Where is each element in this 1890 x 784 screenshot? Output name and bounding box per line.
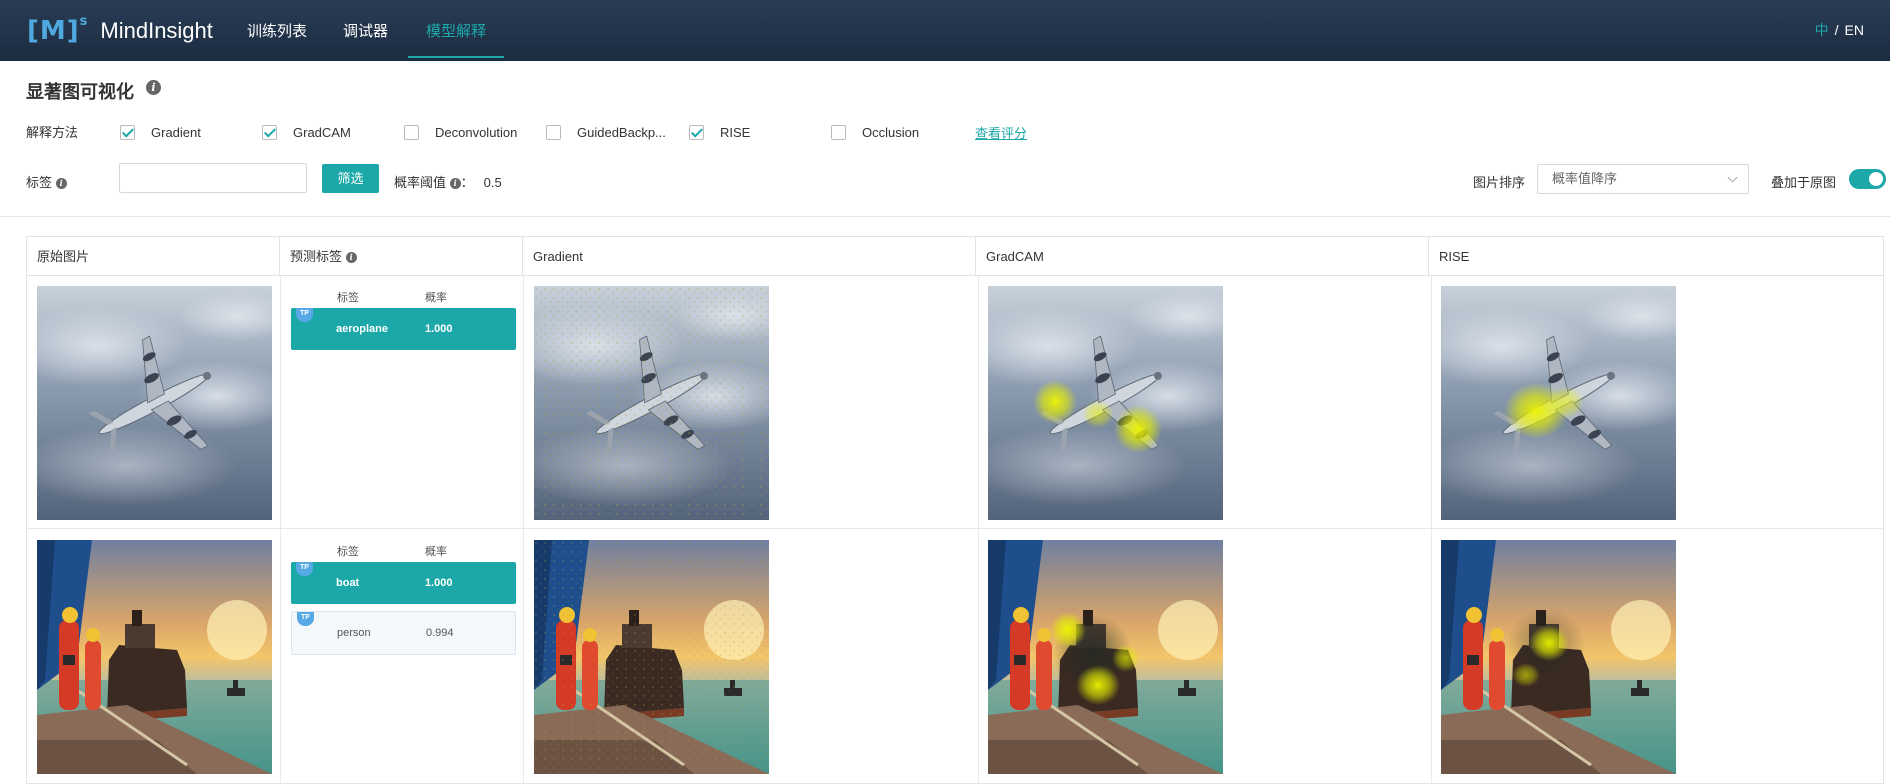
threshold-value: 0.5 bbox=[483, 175, 502, 190]
brand-name: MindInsight bbox=[100, 18, 213, 43]
info-icon[interactable]: i bbox=[449, 178, 461, 190]
pred-col-prob: 概率 bbox=[425, 546, 447, 558]
sort-select[interactable]: 概率值降序 bbox=[1537, 164, 1749, 194]
info-icon[interactable]: i bbox=[146, 80, 161, 95]
toggle-knob bbox=[1869, 172, 1883, 186]
column-divider bbox=[523, 276, 524, 784]
nav-item-train-list[interactable]: 训练列表 bbox=[247, 0, 307, 61]
chevron-down-icon bbox=[1727, 172, 1738, 183]
info-icon[interactable]: i bbox=[55, 178, 67, 190]
view-score-link[interactable]: 查看评分 bbox=[975, 123, 1027, 142]
original-image[interactable] bbox=[37, 540, 272, 774]
divider bbox=[0, 216, 1890, 217]
checkbox-checked-icon[interactable] bbox=[120, 124, 135, 140]
pred-col-label: 标签 bbox=[337, 292, 359, 304]
gradcam-map[interactable] bbox=[988, 540, 1223, 774]
gradcam-map[interactable] bbox=[988, 286, 1223, 520]
nav-item-debugger[interactable]: 调试器 bbox=[343, 0, 388, 61]
prediction-row[interactable]: TP boat 1.000 bbox=[291, 562, 516, 604]
tag-label: 标签 i bbox=[26, 172, 67, 191]
rise-map[interactable] bbox=[1441, 286, 1676, 520]
col-header-rise: RISE bbox=[1429, 237, 1883, 276]
checkbox-checked-icon[interactable] bbox=[262, 124, 277, 140]
col-header-gradient: Gradient bbox=[523, 237, 976, 276]
overlay-label: 叠加于原图 bbox=[1771, 175, 1837, 190]
gradient-map[interactable] bbox=[534, 540, 769, 774]
prediction-row[interactable]: TP aeroplane 1.000 bbox=[291, 308, 516, 350]
logo[interactable]: [M]s MindInsight bbox=[27, 12, 213, 50]
tp-badge: TP bbox=[296, 308, 313, 322]
tag-input[interactable] bbox=[119, 163, 307, 193]
checkbox-empty-icon[interactable] bbox=[831, 124, 846, 140]
checkbox-empty-icon[interactable] bbox=[404, 124, 419, 140]
lang-en[interactable]: EN bbox=[1845, 22, 1864, 38]
method-rise[interactable]: RISE bbox=[689, 123, 750, 141]
saliency-table: 原始图片 预测标签 i Gradient GradCAM RISE 标签 概率 … bbox=[26, 236, 1884, 784]
tp-badge: TP bbox=[297, 612, 314, 626]
method-gradcam[interactable]: GradCAM bbox=[262, 123, 351, 141]
sort-label: 图片排序 bbox=[1473, 175, 1526, 190]
methods-label: 解释方法 bbox=[26, 125, 79, 140]
col-header-gradcam: GradCAM bbox=[976, 237, 1429, 276]
method-occlusion[interactable]: Occlusion bbox=[831, 123, 919, 141]
logo-mark: [M]s bbox=[27, 14, 89, 46]
method-deconvolution[interactable]: Deconvolution bbox=[404, 123, 517, 141]
column-divider bbox=[1431, 276, 1432, 784]
nav-item-model-explain[interactable]: 模型解释 bbox=[407, 0, 505, 61]
rise-map[interactable] bbox=[1441, 540, 1676, 774]
pred-col-prob: 概率 bbox=[425, 292, 447, 304]
prediction-row[interactable]: TP person 0.994 bbox=[291, 611, 516, 655]
tp-badge: TP bbox=[296, 562, 313, 576]
top-nav: [M]s MindInsight 训练列表 调试器 模型解释 中 / EN bbox=[0, 0, 1890, 61]
method-guided-backprop[interactable]: GuidedBackp... bbox=[546, 123, 666, 141]
gradient-map[interactable] bbox=[534, 286, 769, 520]
filter-button[interactable]: 筛选 bbox=[322, 164, 379, 193]
language-switch: 中 / EN bbox=[1814, 22, 1864, 38]
overlay-toggle[interactable] bbox=[1849, 169, 1886, 189]
pred-col-label: 标签 bbox=[337, 546, 359, 558]
info-icon[interactable]: i bbox=[345, 252, 357, 264]
method-gradient[interactable]: Gradient bbox=[120, 123, 201, 141]
original-image[interactable] bbox=[37, 286, 272, 520]
checkbox-empty-icon[interactable] bbox=[546, 124, 561, 140]
column-divider bbox=[978, 276, 979, 784]
threshold: 概率阈值 i： 0.5 bbox=[394, 175, 502, 190]
row-divider bbox=[27, 528, 1883, 529]
checkbox-checked-icon[interactable] bbox=[689, 124, 704, 140]
column-divider bbox=[280, 276, 281, 784]
col-header-original: 原始图片 bbox=[27, 237, 280, 276]
lang-zh[interactable]: 中 bbox=[1815, 22, 1829, 38]
page-title: 显著图可视化 bbox=[26, 82, 134, 102]
col-header-predicted: 预测标签 i bbox=[280, 237, 523, 276]
